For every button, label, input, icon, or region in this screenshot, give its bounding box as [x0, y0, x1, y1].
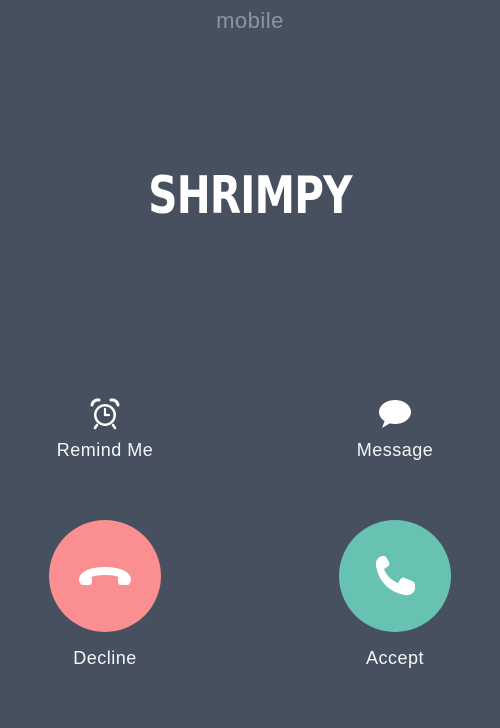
decline-label: Decline	[73, 648, 137, 668]
call-type-label: mobile	[216, 8, 284, 33]
decline-button[interactable]: Decline	[25, 520, 185, 669]
speech-bubble-icon	[379, 400, 411, 428]
accept-label: Accept	[365, 648, 425, 668]
message-label: Message	[356, 440, 434, 460]
phone-icon	[375, 556, 415, 596]
alarm-clock-icon	[90, 398, 120, 430]
caller-name: SHRIMPY	[148, 166, 352, 226]
remind-me-label: Remind Me	[56, 440, 154, 460]
accept-button[interactable]: Accept	[315, 520, 475, 669]
phone-hangup-icon	[79, 567, 131, 585]
decline-circle[interactable]	[49, 520, 161, 632]
message-button[interactable]: Message	[315, 396, 475, 461]
accept-circle[interactable]	[339, 520, 451, 632]
remind-me-button[interactable]: Remind Me	[25, 396, 185, 461]
